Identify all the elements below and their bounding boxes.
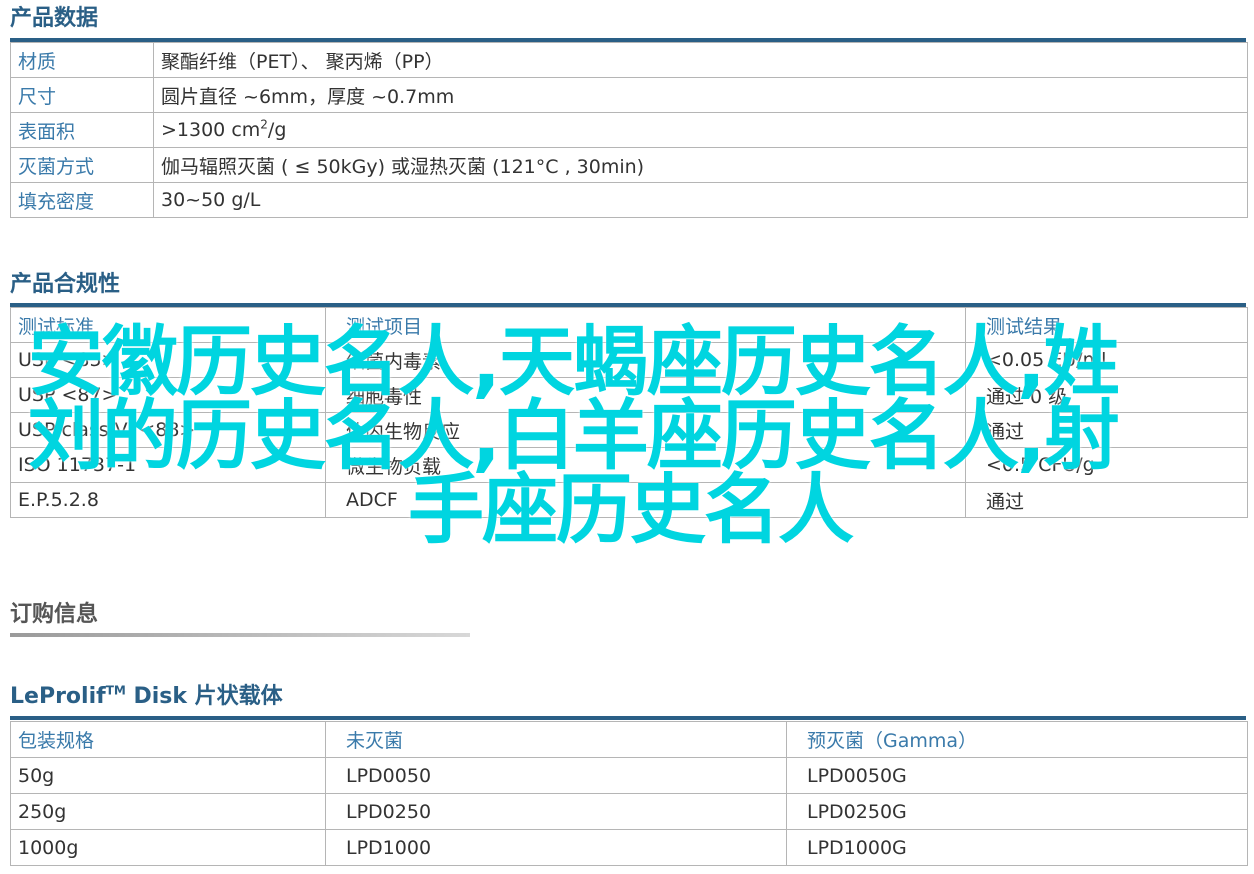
compliance-table: 测试标准 测试项目 测试结果 USP <85> 细菌内毒素 <0.05 EU/m… — [10, 307, 1248, 518]
column-header: 测试标准 — [10, 307, 326, 343]
table-row: E.P.5.2.8 ADCF 通过 — [10, 482, 1248, 518]
brand-name: LeProlif — [10, 684, 106, 709]
table-row: 材质 聚酯纤维（PET）、 聚丙烯（PP） — [10, 42, 1248, 78]
table-cell: LPD0250G — [786, 793, 1248, 830]
leprolif-disk-rule — [10, 716, 1246, 720]
table-cell: 通过 — [965, 412, 1248, 448]
compliance-title: 产品合规性 — [10, 272, 121, 297]
table-row: 250g LPD0250 LPD0250G — [10, 793, 1248, 830]
column-header: 预灭菌（Gamma） — [786, 721, 1248, 758]
column-header: 测试结果 — [965, 307, 1248, 343]
leprolif-disk-title: LeProlifTM Disk 片状载体 — [10, 683, 283, 709]
table-row: USP class VI <88> 体内生物反应 通过 — [10, 412, 1248, 448]
table-cell: LPD1000 — [325, 829, 787, 866]
table-cell: LPD0050 — [325, 757, 787, 794]
spec-value: 30~50 g/L — [153, 182, 1248, 218]
table-row: 填充密度 30~50 g/L — [10, 182, 1248, 218]
ordering-table: 包装规格 未灭菌 预灭菌（Gamma） 50g LPD0050 LPD0050G… — [10, 721, 1248, 866]
ordering-info-rule — [10, 633, 470, 637]
table-row: 50g LPD0050 LPD0050G — [10, 757, 1248, 794]
table-cell: 1000g — [10, 829, 326, 866]
table-row: 1000g LPD1000 LPD1000G — [10, 829, 1248, 866]
table-cell: USP <87> — [10, 377, 326, 413]
table-cell: 250g — [10, 793, 326, 830]
spec-value: 伽马辐照灭菌 ( ≤ 50kGy) 或湿热灭菌 (121°C , 30min) — [153, 147, 1248, 183]
product-data-table: 材质 聚酯纤维（PET）、 聚丙烯（PP） 尺寸 圆片直径 ~6mm，厚度 ~0… — [10, 42, 1248, 218]
table-cell: <0.05 EU/ml — [965, 342, 1248, 378]
table-row: 灭菌方式 伽马辐照灭菌 ( ≤ 50kGy) 或湿热灭菌 (121°C , 30… — [10, 147, 1248, 183]
table-cell: 50g — [10, 757, 326, 794]
table-cell: USP <85> — [10, 342, 326, 378]
table-row: USP <87> 细胞毒性 通过 0 级 — [10, 377, 1248, 413]
table-cell: 细胞毒性 — [325, 377, 966, 413]
product-name: Disk 片状载体 — [125, 684, 283, 709]
spec-key: 材质 — [10, 42, 154, 78]
spec-value: 圆片直径 ~6mm，厚度 ~0.7mm — [153, 77, 1248, 113]
table-row: USP <85> 细菌内毒素 <0.05 EU/ml — [10, 342, 1248, 378]
surface-area-exponent: 2 — [260, 117, 268, 132]
column-header: 测试项目 — [325, 307, 966, 343]
table-row: 尺寸 圆片直径 ~6mm，厚度 ~0.7mm — [10, 77, 1248, 113]
table-cell: E.P.5.2.8 — [10, 482, 326, 518]
table-header-row: 测试标准 测试项目 测试结果 — [10, 307, 1248, 343]
column-header: 包装规格 — [10, 721, 326, 758]
spec-key: 灭菌方式 — [10, 147, 154, 183]
spec-key: 表面积 — [10, 112, 154, 148]
table-cell: <0.5 CFU/g — [965, 447, 1248, 483]
table-cell: ADCF — [325, 482, 966, 518]
trademark-mark: TM — [105, 683, 126, 698]
table-cell: LPD0250 — [325, 793, 787, 830]
column-header: 未灭菌 — [325, 721, 787, 758]
table-row: ISO 11737-1 微生物负载 <0.5 CFU/g — [10, 447, 1248, 483]
ordering-info-title: 订购信息 — [10, 602, 99, 627]
table-cell: ISO 11737-1 — [10, 447, 326, 483]
spec-value: >1300 cm2/g — [153, 112, 1248, 148]
surface-area-unit: /g — [267, 119, 287, 141]
table-cell: LPD0050G — [786, 757, 1248, 794]
table-cell: 通过 0 级 — [965, 377, 1248, 413]
table-cell: LPD1000G — [786, 829, 1248, 866]
table-cell: 体内生物反应 — [325, 412, 966, 448]
table-cell: 通过 — [965, 482, 1248, 518]
table-cell: 细菌内毒素 — [325, 342, 966, 378]
spec-key: 尺寸 — [10, 77, 154, 113]
spec-key: 填充密度 — [10, 182, 154, 218]
table-header-row: 包装规格 未灭菌 预灭菌（Gamma） — [10, 721, 1248, 758]
spec-value: 聚酯纤维（PET）、 聚丙烯（PP） — [153, 42, 1248, 78]
surface-area-value: >1300 cm — [161, 119, 261, 141]
table-row: 表面积 >1300 cm2/g — [10, 112, 1248, 148]
product-data-title: 产品数据 — [10, 6, 99, 31]
table-cell: 微生物负载 — [325, 447, 966, 483]
table-cell: USP class VI <88> — [10, 412, 326, 448]
